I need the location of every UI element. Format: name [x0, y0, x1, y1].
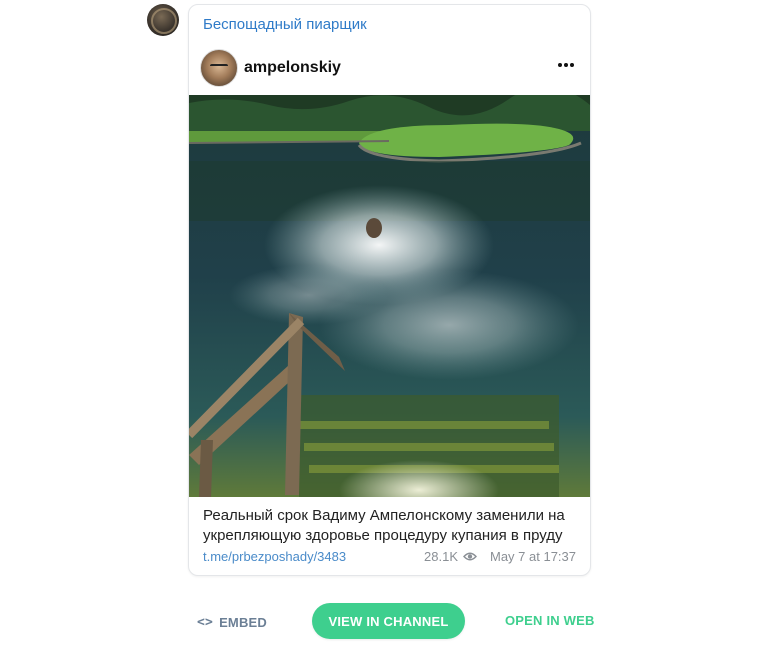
post-link[interactable]: t.me/prbezposhady/3483	[203, 549, 346, 564]
author-avatar[interactable]	[200, 49, 238, 87]
post-meta: t.me/prbezposhady/3483 28.1K May 7 at 17…	[203, 549, 576, 565]
post-photo[interactable]	[189, 95, 590, 497]
author-name[interactable]: ampelonskiy	[244, 59, 341, 77]
more-dots-icon[interactable]	[558, 61, 574, 69]
views-count: 28.1K	[424, 549, 458, 564]
embed-button[interactable]: <> EMBED	[197, 612, 267, 632]
post-header: ampelonskiy	[189, 41, 590, 95]
view-in-channel-button[interactable]: VIEW IN CHANNEL	[312, 603, 465, 639]
code-icon: <>	[197, 614, 214, 630]
post-caption: Реальный срок Вадиму Ампелонскому замени…	[203, 507, 565, 544]
post-card: Беспощадный пиарщик ampelonskiy Реальный…	[188, 4, 591, 576]
channel-avatar[interactable]	[147, 4, 179, 36]
eye-icon	[463, 552, 477, 561]
channel-name-link[interactable]: Беспощадный пиарщик	[203, 16, 367, 33]
action-bar: <> EMBED VIEW IN CHANNEL OPEN IN WEB	[0, 603, 780, 639]
post-date: May 7 at 17:37	[490, 549, 576, 564]
open-in-web-button[interactable]: OPEN IN WEB	[505, 613, 595, 628]
embed-label: EMBED	[219, 614, 268, 630]
